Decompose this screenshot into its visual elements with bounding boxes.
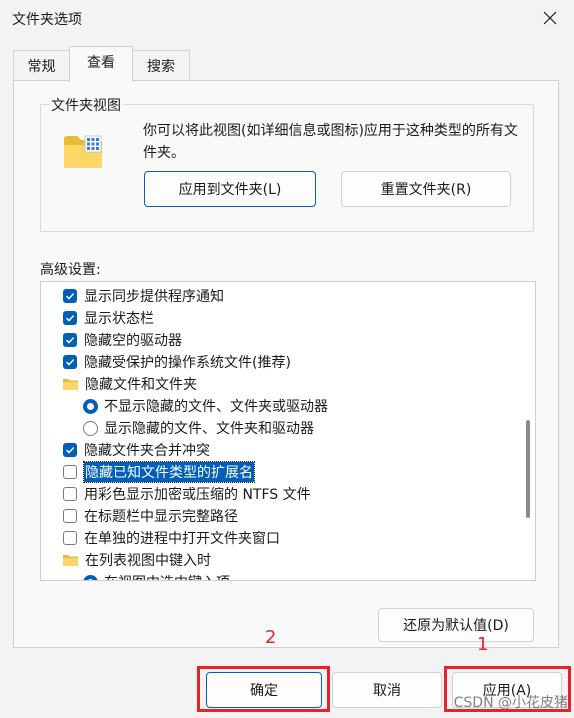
list-group-label: 在列表视图中键入时 xyxy=(85,553,211,569)
radio-selected[interactable] xyxy=(83,574,98,580)
list-item-selected[interactable]: 隐藏已知文件类型的扩展名 xyxy=(63,461,255,483)
checkbox-checked[interactable] xyxy=(63,443,77,457)
list-item-label: 显示状态栏 xyxy=(84,311,154,327)
advanced-settings-list[interactable]: 显示同步提供程序通知 显示状态栏 隐藏空的驱动器 隐藏受保护的操作系统文件(推荐… xyxy=(40,281,536,581)
list-group-header: 在列表视图中键入时 xyxy=(63,549,211,571)
tab-general[interactable]: 常规 xyxy=(13,50,70,84)
apply-to-folders-button[interactable]: 应用到文件夹(L) xyxy=(144,171,316,207)
list-item[interactable]: 用彩色显示加密或压缩的 NTFS 文件 xyxy=(63,483,311,505)
folder-icon xyxy=(63,554,78,566)
list-item-label: 显示隐藏的文件、文件夹和驱动器 xyxy=(104,421,314,437)
list-item[interactable]: 隐藏受保护的操作系统文件(推荐) xyxy=(63,351,291,373)
apply-button[interactable]: 应用(A) xyxy=(452,672,562,708)
close-icon xyxy=(543,11,557,25)
radio-selected[interactable] xyxy=(83,398,98,414)
list-item[interactable]: 在视图中选中键入项 xyxy=(83,571,230,580)
check-icon xyxy=(65,315,75,322)
checkbox-unchecked[interactable] xyxy=(63,531,77,545)
tab-view[interactable]: 查看 xyxy=(69,46,133,82)
tab-view-label: 查看 xyxy=(87,55,115,71)
list-item[interactable]: 显示同步提供程序通知 xyxy=(63,285,224,307)
list-item-label: 隐藏受保护的操作系统文件(推荐) xyxy=(84,355,291,371)
list-item[interactable]: 在标题栏中显示完整路径 xyxy=(63,505,238,527)
ok-button[interactable]: 确定 xyxy=(206,672,322,708)
list-item-label: 隐藏已知文件类型的扩展名 xyxy=(83,461,255,483)
list-item-label: 不显示隐藏的文件、文件夹或驱动器 xyxy=(104,399,328,415)
reset-folders-button[interactable]: 重置文件夹(R) xyxy=(341,171,511,207)
list-scrollbar[interactable] xyxy=(521,282,535,580)
checkbox-checked[interactable] xyxy=(63,333,77,347)
title-bar: 文件夹选项 xyxy=(0,0,574,40)
list-group-header: 隐藏文件和文件夹 xyxy=(63,373,197,395)
check-icon xyxy=(65,359,75,366)
close-button[interactable] xyxy=(532,2,568,34)
list-item[interactable]: 不显示隐藏的文件、文件夹或驱动器 xyxy=(83,395,328,417)
folder-view-icon xyxy=(63,133,103,173)
list-item-label: 在视图中选中键入项 xyxy=(104,572,230,580)
folder-views-group-title: 文件夹视图 xyxy=(49,95,123,115)
list-item[interactable]: 显示隐藏的文件、文件夹和驱动器 xyxy=(83,417,314,439)
list-item[interactable]: 显示状态栏 xyxy=(63,307,154,329)
cancel-button[interactable]: 取消 xyxy=(332,672,442,708)
folder-views-group: 文件夹视图 你可以将此视图(如详细信息或图标)应用于这种类型的所有文件夹。 应用… xyxy=(40,95,534,232)
tab-general-label: 常规 xyxy=(27,59,56,75)
checkbox-checked[interactable] xyxy=(63,289,77,303)
window-title: 文件夹选项 xyxy=(12,12,82,28)
radio-unselected[interactable] xyxy=(83,420,98,436)
folder-views-description: 你可以将此视图(如详细信息或图标)应用于这种类型的所有文件夹。 xyxy=(143,123,518,161)
list-item-label: 隐藏文件夹合并冲突 xyxy=(84,443,210,459)
restore-defaults-button[interactable]: 还原为默认值(D) xyxy=(378,608,534,642)
view-tab-panel: 文件夹视图 你可以将此视图(如详细信息或图标)应用于这种类型的所有文件夹。 应用… xyxy=(13,80,559,648)
checkbox-unchecked[interactable] xyxy=(63,465,77,479)
tab-search-label: 搜索 xyxy=(147,59,175,75)
checkbox-unchecked[interactable] xyxy=(63,487,77,501)
list-item-label: 用彩色显示加密或压缩的 NTFS 文件 xyxy=(84,487,311,503)
tab-search[interactable]: 搜索 xyxy=(132,50,190,84)
checkbox-checked[interactable] xyxy=(63,311,77,325)
list-item-label: 在标题栏中显示完整路径 xyxy=(84,509,238,525)
check-icon xyxy=(65,293,75,300)
list-item-label: 隐藏空的驱动器 xyxy=(84,333,182,349)
check-icon xyxy=(65,447,75,454)
checkbox-unchecked[interactable] xyxy=(63,509,77,523)
checkbox-checked[interactable] xyxy=(63,355,77,369)
folder-icon xyxy=(63,378,78,390)
list-group-label: 隐藏文件和文件夹 xyxy=(85,377,197,393)
list-item[interactable]: 隐藏文件夹合并冲突 xyxy=(63,439,210,461)
check-icon xyxy=(65,337,75,344)
annotation-number-2: 2 xyxy=(265,627,277,648)
annotation-number-1: 1 xyxy=(477,634,489,655)
list-item[interactable]: 隐藏空的驱动器 xyxy=(63,329,182,351)
advanced-settings-label: 高级设置: xyxy=(40,262,101,278)
scrollbar-thumb[interactable] xyxy=(526,420,530,518)
list-item[interactable]: 在单独的进程中打开文件夹窗口 xyxy=(63,527,280,549)
list-item-label: 在单独的进程中打开文件夹窗口 xyxy=(84,531,280,547)
list-item-label: 显示同步提供程序通知 xyxy=(84,289,224,305)
